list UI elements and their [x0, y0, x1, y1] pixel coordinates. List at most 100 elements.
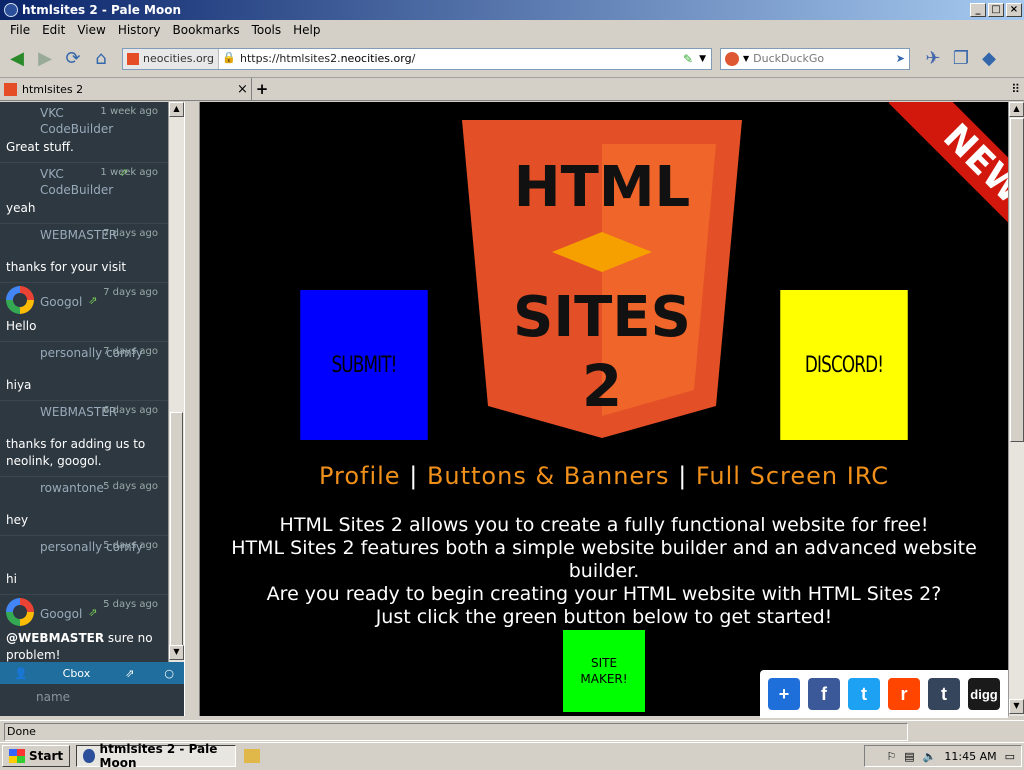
menu-bookmarks[interactable]: Bookmarks: [167, 23, 246, 37]
addons-icon: ◆: [982, 48, 996, 69]
avatar: [6, 227, 36, 257]
discord-button[interactable]: DISCORD!: [780, 290, 908, 440]
windows-button[interactable]: ❐: [948, 44, 974, 74]
user-icon[interactable]: 👤: [14, 667, 28, 680]
chat-text: hi: [6, 572, 17, 586]
sidebar-scroll-up[interactable]: ▲: [169, 102, 184, 117]
avatar: [6, 105, 36, 135]
external-link-icon[interactable]: ⇗: [88, 606, 97, 619]
tab-favicon-icon: [4, 82, 17, 96]
menu-bar: File Edit View History Bookmarks Tools H…: [0, 20, 1024, 40]
chat-username[interactable]: Googol: [40, 606, 82, 622]
menu-edit[interactable]: Edit: [36, 23, 71, 37]
chat-time: 7 days ago: [103, 346, 158, 357]
irc-link[interactable]: Full Screen IRC: [696, 462, 889, 490]
downloads-button[interactable]: ✈: [920, 44, 946, 74]
monitor-icon[interactable]: ▭: [1005, 750, 1015, 763]
site-maker-button[interactable]: SITE MAKER!: [563, 630, 645, 712]
chat-text: hey: [6, 513, 29, 527]
tab-list-icon[interactable]: ⠿: [1011, 82, 1020, 96]
addons-button[interactable]: ◆: [976, 44, 1002, 74]
url-dropdown-icon[interactable]: ▼: [699, 54, 706, 64]
reddit-icon[interactable]: r: [888, 678, 920, 710]
digg-icon[interactable]: digg: [968, 678, 1000, 710]
page-scroll-thumb[interactable]: [1010, 118, 1024, 442]
external-link-icon[interactable]: ⇗: [88, 294, 97, 307]
search-bar[interactable]: ▼ DuckDuckGo ➤: [720, 47, 910, 70]
back-button[interactable]: ◀: [4, 44, 30, 74]
avatar: [6, 480, 36, 510]
chat-message: VKC CodeBuilder 1 week ago Great stuff.: [0, 102, 184, 163]
palemoon-icon: [4, 3, 18, 17]
status-text: Done: [4, 722, 908, 741]
window-title: htmlsites 2 - Pale Moon: [22, 3, 182, 17]
site-identity[interactable]: neocities.org: [123, 48, 219, 69]
chat-time: 1 week ago: [100, 167, 158, 178]
address-bar[interactable]: neocities.org 🔒 https://htmlsites2.neoci…: [122, 47, 712, 70]
bookmark-star-icon[interactable]: ✎: [683, 52, 693, 66]
search-go-icon[interactable]: ➤: [896, 52, 905, 65]
minimize-button[interactable]: _: [970, 3, 986, 17]
sidebar-splitter[interactable]: [184, 102, 200, 716]
url-text[interactable]: https://htmlsites2.neocities.org/: [236, 52, 683, 65]
chat-message: VKC CodeBuilder ⇗ 1 week ago yeah: [0, 163, 184, 224]
maximize-button[interactable]: □: [988, 3, 1004, 17]
taskbar-item-palemoon[interactable]: htmlsites 2 - Pale Moon: [76, 742, 237, 770]
chat-time: 5 days ago: [103, 481, 158, 492]
folder-icon[interactable]: [244, 748, 261, 763]
page-scrollbar[interactable]: ▲ ▼: [1008, 102, 1024, 716]
page-scroll-up[interactable]: ▲: [1009, 102, 1024, 117]
profile-link[interactable]: Profile: [319, 462, 401, 490]
volume-icon[interactable]: 🔈: [923, 750, 937, 763]
menu-tools[interactable]: Tools: [246, 23, 288, 37]
html-sites-logo: HTML SITES 2: [462, 120, 742, 438]
close-button[interactable]: ×: [1006, 3, 1022, 17]
popout-icon[interactable]: ⇗: [125, 667, 134, 680]
name-input[interactable]: name: [0, 684, 184, 716]
cbox-sidebar: VKC CodeBuilder 1 week ago Great stuff. VKC…: [0, 102, 184, 716]
title-bar: htmlsites 2 - Pale Moon _ □ ×: [0, 0, 1024, 20]
chat-text: Great stuff.: [6, 140, 74, 154]
sidebar-scrollbar[interactable]: ▲ ▼: [168, 102, 184, 662]
system-tray: ⚐ ▤ 🔈 11:45 AM ▭: [864, 745, 1022, 767]
network-icon[interactable]: ▤: [904, 750, 914, 763]
facebook-icon[interactable]: f: [808, 678, 840, 710]
forward-arrow-icon: ▶: [38, 48, 52, 69]
forward-button[interactable]: ▶: [32, 44, 58, 74]
menu-view[interactable]: View: [71, 23, 111, 37]
avatar: [6, 345, 36, 375]
home-button[interactable]: ⌂: [88, 44, 114, 74]
chat-message: personally comfy 7 days ago hiya: [0, 342, 184, 401]
sidebar-scroll-thumb[interactable]: [170, 412, 183, 652]
menu-history[interactable]: History: [112, 23, 167, 37]
sidebar-scroll-down[interactable]: ▼: [169, 645, 184, 660]
new-tab-button[interactable]: +: [252, 80, 272, 98]
twitter-icon[interactable]: t: [848, 678, 880, 710]
submit-button[interactable]: SUBMIT!: [300, 290, 428, 440]
status-circle-icon[interactable]: ○: [164, 667, 174, 680]
menu-file[interactable]: File: [4, 23, 36, 37]
search-engine-dropdown-icon[interactable]: ▼: [743, 54, 749, 63]
svg-text:HTML: HTML: [514, 155, 690, 220]
plus-share-icon[interactable]: +: [768, 678, 800, 710]
menu-help[interactable]: Help: [287, 23, 326, 37]
tumblr-icon[interactable]: t: [928, 678, 960, 710]
site-favicon-icon: [127, 52, 139, 65]
new-ribbon: NEW: [860, 102, 1008, 252]
duckduckgo-icon: [725, 51, 739, 66]
tab-close-icon[interactable]: ×: [237, 82, 251, 97]
chat-username[interactable]: Googol: [40, 294, 82, 310]
chat-messages: VKC CodeBuilder 1 week ago Great stuff. VKC…: [0, 102, 184, 671]
reload-button[interactable]: ⟳: [60, 44, 86, 74]
status-bar: Done: [0, 720, 1024, 742]
page-scroll-down[interactable]: ▼: [1009, 699, 1024, 714]
search-input[interactable]: DuckDuckGo: [753, 52, 896, 65]
reload-icon: ⟳: [65, 48, 81, 69]
flag-icon[interactable]: ⚐: [886, 750, 896, 763]
buttons-banners-link[interactable]: Buttons & Banners: [427, 462, 670, 490]
chat-time: 1 week ago: [100, 106, 158, 117]
chat-username[interactable]: rowantone: [40, 480, 104, 496]
home-icon: ⌂: [95, 48, 107, 69]
tab-htmlsites[interactable]: htmlsites 2 ×: [0, 78, 252, 100]
start-button[interactable]: Start: [2, 744, 71, 767]
